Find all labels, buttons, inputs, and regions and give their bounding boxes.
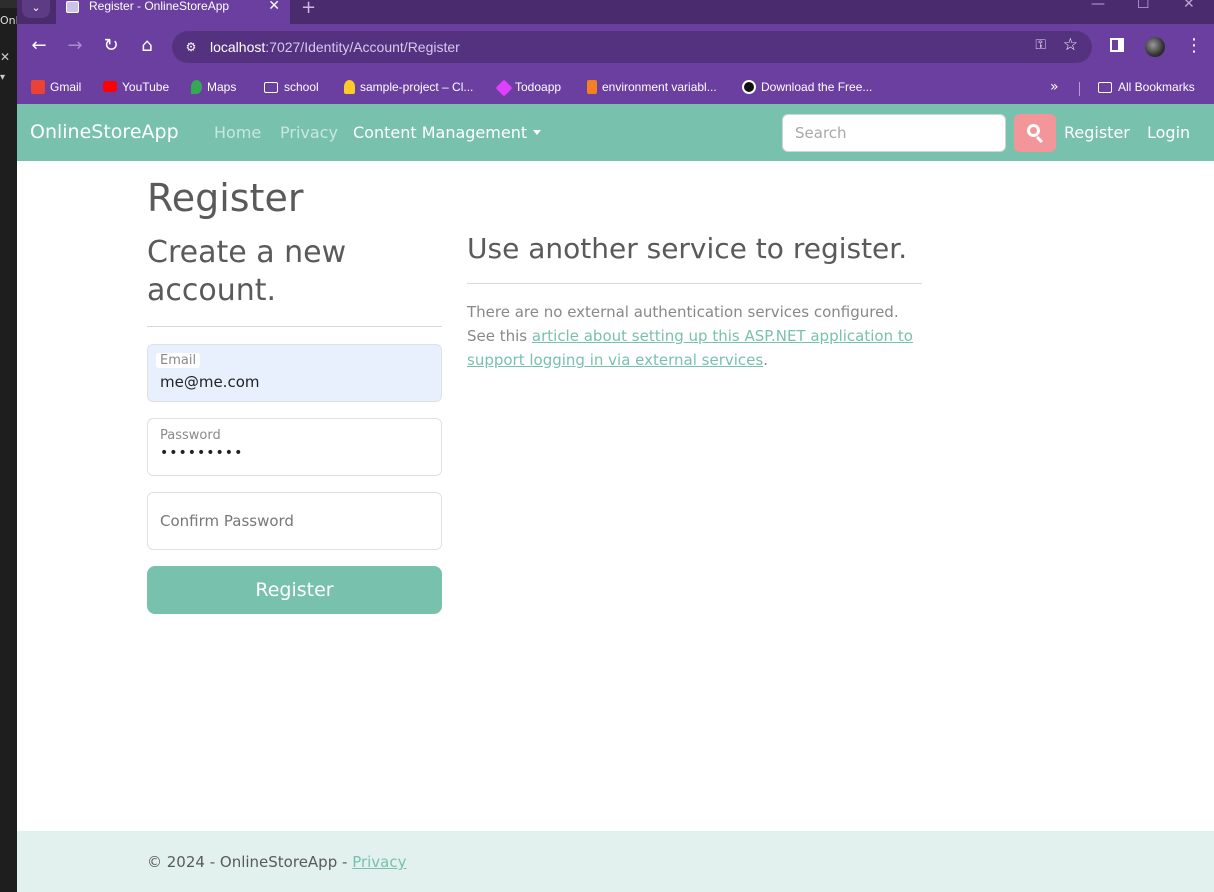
folder-icon bbox=[264, 82, 278, 93]
key-icon[interactable]: ⚿ bbox=[1035, 37, 1046, 53]
external-auth-article-link[interactable]: article about setting up this ASP.NET ap… bbox=[467, 327, 913, 369]
bookmark-gmail[interactable]: Gmail bbox=[31, 76, 81, 98]
profile-avatar[interactable] bbox=[1145, 37, 1165, 57]
new-tab-button[interactable]: + bbox=[301, 0, 316, 18]
form-subtitle: Create a new account. bbox=[147, 235, 347, 308]
page-title: Register bbox=[147, 176, 304, 220]
all-bookmarks[interactable]: All Bookmarks bbox=[1098, 76, 1195, 98]
email-field[interactable]: Email me@me.com bbox=[147, 344, 442, 402]
address-bar[interactable]: ⚙ localhost:7027/Identity/Account/Regist… bbox=[172, 31, 1092, 63]
bookmark-school[interactable]: school bbox=[264, 76, 319, 98]
footer-privacy-link[interactable]: Privacy bbox=[352, 853, 406, 871]
bookmark-download[interactable]: Download the Free... bbox=[742, 76, 872, 98]
search-button[interactable] bbox=[1014, 114, 1056, 152]
external-services-heading: Use another service to register. bbox=[467, 232, 908, 265]
browser-toolbar: ← → ↻ ⌂ ⚙ localhost:7027/Identity/Accoun… bbox=[17, 24, 1214, 70]
maximize-icon[interactable]: ☐ bbox=[1137, 0, 1150, 12]
site-navbar: OnlineStoreApp Home Privacy Content Mana… bbox=[17, 104, 1214, 161]
side-panel-icon[interactable] bbox=[1110, 38, 1124, 52]
external-services-text: There are no external authentication ser… bbox=[467, 300, 927, 372]
tab-register[interactable]: Register - OnlineStoreApp ✕ bbox=[56, 0, 290, 24]
bookmarks-divider bbox=[1079, 82, 1080, 96]
bookmarks-bar: Gmail YouTube Maps school sample-project… bbox=[17, 70, 1214, 104]
reload-icon[interactable]: ↻ bbox=[101, 36, 121, 56]
nav-content-management[interactable]: Content Management bbox=[353, 123, 542, 142]
confirm-password-field[interactable]: Confirm Password bbox=[147, 492, 442, 550]
register-button[interactable]: Register bbox=[147, 566, 442, 614]
password-value: ••••••••• bbox=[160, 445, 244, 461]
divider bbox=[147, 326, 442, 327]
nav-register[interactable]: Register bbox=[1064, 123, 1130, 142]
tab-title: Register - OnlineStoreApp bbox=[89, 0, 230, 13]
minimize-icon[interactable]: — bbox=[1091, 0, 1105, 12]
url-host: localhost bbox=[210, 39, 266, 55]
youtube-icon bbox=[103, 81, 117, 92]
external-text-end: . bbox=[763, 351, 768, 369]
browser-window: ⌄ Register - OnlineStoreApp ✕ + — ☐ ✕ ← … bbox=[17, 0, 1214, 892]
password-field[interactable]: Password ••••••••• bbox=[147, 418, 442, 476]
caret-down-icon bbox=[533, 130, 542, 135]
nav-login[interactable]: Login bbox=[1147, 123, 1190, 142]
footer-text: © 2024 - OnlineStoreApp - Privacy bbox=[147, 853, 407, 871]
gmail-icon bbox=[31, 80, 45, 94]
confirm-password-placeholder: Confirm Password bbox=[160, 512, 294, 530]
more-bookmarks-icon[interactable]: » bbox=[1050, 76, 1059, 98]
background-editor-strip: Onl ✕ ▾ bbox=[0, 0, 19, 892]
todoapp-icon bbox=[495, 79, 513, 97]
close-icon[interactable]: ✕ bbox=[268, 0, 280, 14]
copyright: © 2024 - OnlineStoreApp - bbox=[147, 853, 348, 871]
divider bbox=[467, 283, 922, 284]
password-label: Password bbox=[160, 428, 221, 443]
page-icon bbox=[66, 1, 79, 13]
menu-dots-icon[interactable]: ⋮ bbox=[1185, 34, 1203, 58]
search-icon-handle bbox=[1035, 135, 1044, 144]
brand-link[interactable]: OnlineStoreApp bbox=[30, 121, 179, 143]
forward-arrow-icon[interactable]: → bbox=[65, 36, 85, 56]
tab-search-button[interactable]: ⌄ bbox=[22, 0, 50, 18]
email-label: Email bbox=[156, 353, 201, 368]
site-footer: © 2024 - OnlineStoreApp - Privacy bbox=[17, 831, 1214, 892]
tab-strip: ⌄ Register - OnlineStoreApp ✕ + — ☐ ✕ bbox=[17, 0, 1214, 24]
nav-content-management-label: Content Management bbox=[353, 123, 528, 142]
bookmark-todoapp[interactable]: Todoapp bbox=[495, 76, 561, 98]
nav-home[interactable]: Home bbox=[214, 123, 261, 142]
folder-icon bbox=[1098, 82, 1112, 93]
nav-privacy[interactable]: Privacy bbox=[280, 123, 338, 142]
stackoverflow-icon bbox=[587, 80, 597, 94]
site-info-icon[interactable]: ⚙ bbox=[181, 37, 201, 57]
eye-icon bbox=[742, 80, 756, 94]
url-text[interactable]: localhost:7027/Identity/Account/Register bbox=[210, 39, 460, 55]
bookmark-environment-variables[interactable]: environment variabl... bbox=[587, 76, 717, 98]
firebase-icon bbox=[344, 80, 355, 94]
back-arrow-icon[interactable]: ← bbox=[29, 36, 49, 56]
bookmark-maps[interactable]: Maps bbox=[191, 76, 236, 98]
bookmark-sample-project[interactable]: sample-project – Cl... bbox=[344, 76, 473, 98]
window-close-icon[interactable]: ✕ bbox=[1183, 0, 1195, 12]
email-value: me@me.com bbox=[160, 373, 260, 391]
star-icon[interactable]: ☆ bbox=[1063, 35, 1078, 55]
search-input[interactable] bbox=[782, 114, 1006, 152]
maps-icon bbox=[191, 80, 202, 94]
home-icon[interactable]: ⌂ bbox=[137, 36, 157, 56]
bookmark-youtube[interactable]: YouTube bbox=[103, 76, 169, 98]
url-path: :7027/Identity/Account/Register bbox=[265, 39, 460, 55]
